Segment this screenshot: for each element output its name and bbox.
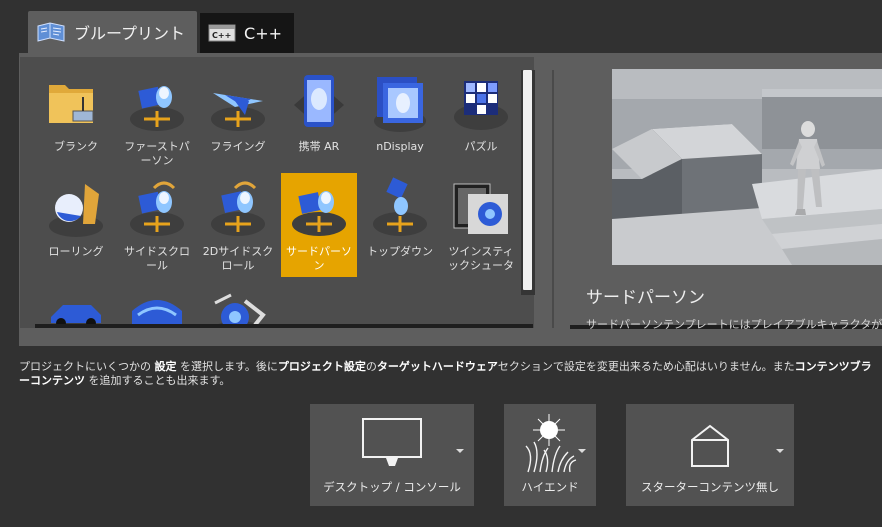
chevron-down-icon [776, 449, 784, 453]
rolling-icon [43, 176, 109, 242]
template-tile[interactable]: 携帯 AR [281, 68, 357, 172]
target-hardware-dropdown[interactable]: デスクトップ / コンソール [310, 404, 474, 506]
panel-divider [552, 70, 554, 328]
template-tile-label: ファーストパーソン [124, 140, 190, 167]
vehicle-advanced-icon [205, 281, 271, 328]
info-bold-term: コンテンツブラ [794, 360, 872, 373]
tab-blueprint-label: ブループリント [74, 24, 186, 43]
ndisplay-icon [367, 71, 433, 137]
info-text: の [365, 360, 377, 373]
template-tile-label: トップダウン [367, 245, 433, 258]
template-tile-label: ブランク [54, 140, 98, 153]
svg-text:C++: C++ [212, 31, 231, 40]
info-bold-term: ターゲットハードウェア [376, 360, 498, 373]
info-text: を選択します。後に [176, 360, 278, 373]
template-tile[interactable]: トップダウン [362, 173, 438, 277]
vehicle-icon [43, 281, 109, 328]
high-quality-icon [504, 410, 596, 474]
template-tile-label: ツインスティックシュータ [448, 245, 514, 272]
vr-icon [124, 281, 190, 328]
monitor-icon [310, 416, 474, 472]
template-preview-title: サードパーソン [586, 288, 705, 308]
info-bold-term: ーコンテンツ [19, 374, 85, 387]
side-scroller-icon [124, 176, 190, 242]
template-preview-description: サードパーソンテンプレートにはプレイアブルキャラクタが [586, 318, 882, 331]
target-hardware-label: デスクトップ / コンソール [323, 480, 461, 494]
info-text: を追加することも出来ます。 [85, 374, 231, 387]
template-tile[interactable]: サードパーソン [281, 173, 357, 277]
template-tile[interactable]: ツインスティックシュータ [443, 173, 519, 277]
grid-bottom-edge [35, 324, 533, 328]
template-panel: ブランク ファーストパーソン フライング 携帯 AR nDisplay パズル ローリングサ… [19, 53, 882, 346]
folder-icon [43, 71, 109, 137]
chevron-down-icon [456, 449, 464, 453]
side-scroller-2d-icon [205, 176, 271, 242]
third-person-icon [286, 176, 352, 242]
starter-content-dropdown[interactable]: スターターコンテンツ無し [626, 404, 794, 506]
project-settings-info: プロジェクトにいくつかの 設定 を選択します。後にプロジェクト設定のターゲットハ… [19, 360, 882, 388]
template-tile[interactable]: ローリング [38, 173, 114, 277]
template-tile-label: パズル [464, 140, 498, 153]
starter-content-label: スターターコンテンツ無し [641, 480, 779, 494]
template-tile[interactable]: 2Dサイドスクロール [200, 173, 276, 277]
template-grid: ブランク ファーストパーソン フライング 携帯 AR nDisplay パズルローリング サ… [20, 57, 534, 328]
template-scrollbar-thumb[interactable] [523, 70, 532, 290]
top-down-icon [367, 176, 433, 242]
first-person-icon [124, 71, 190, 137]
template-tile-label: サイドスクロール [124, 245, 190, 272]
template-tile[interactable]: ファーストパーソン [119, 68, 195, 172]
template-tile-label: フライング [210, 140, 266, 153]
template-tile-label: 携帯 AR [298, 140, 340, 153]
template-tile[interactable]: ブランク [38, 68, 114, 172]
graphics-quality-label: ハイエンド [521, 480, 579, 494]
template-tile[interactable] [119, 278, 195, 328]
template-tile-label: ローリング [48, 245, 104, 258]
template-tile-label: サードパーソン [286, 245, 352, 272]
template-tile[interactable]: パズル [443, 68, 519, 172]
tab-cpp-label: C++ [244, 23, 283, 43]
tab-blueprint[interactable]: ブループリント [28, 11, 198, 53]
project-type-tabs: ブループリント C++ C++ [28, 11, 297, 53]
flying-icon [205, 71, 271, 137]
template-preview-image [612, 69, 882, 265]
info-text: プロジェクトにいくつかの [19, 360, 155, 373]
template-tile[interactable] [200, 278, 276, 328]
handheld-ar-icon [286, 71, 352, 137]
template-tile[interactable]: フライング [200, 68, 276, 172]
info-bold-term: 設定 [154, 360, 177, 373]
twin-stick-icon [448, 176, 514, 242]
template-tile-label: nDisplay [376, 140, 424, 153]
template-tile-label: 2Dサイドスクロール [202, 245, 274, 272]
template-tile[interactable]: サイドスクロール [119, 173, 195, 277]
graphics-quality-dropdown[interactable]: ハイエンド [504, 404, 596, 506]
empty-box-icon [626, 416, 794, 472]
info-bold-term: プロジェクト設定 [277, 360, 366, 373]
tab-cpp[interactable]: C++ C++ [200, 13, 295, 53]
info-text: セクションで設定を変更出来るため心配はいりません。また [497, 360, 795, 373]
template-tile[interactable] [38, 278, 114, 328]
template-tile[interactable]: nDisplay [362, 68, 438, 172]
blueprint-icon [36, 20, 66, 44]
cpp-icon: C++ [208, 22, 236, 44]
puzzle-icon [448, 71, 514, 137]
chevron-down-icon [578, 449, 586, 453]
